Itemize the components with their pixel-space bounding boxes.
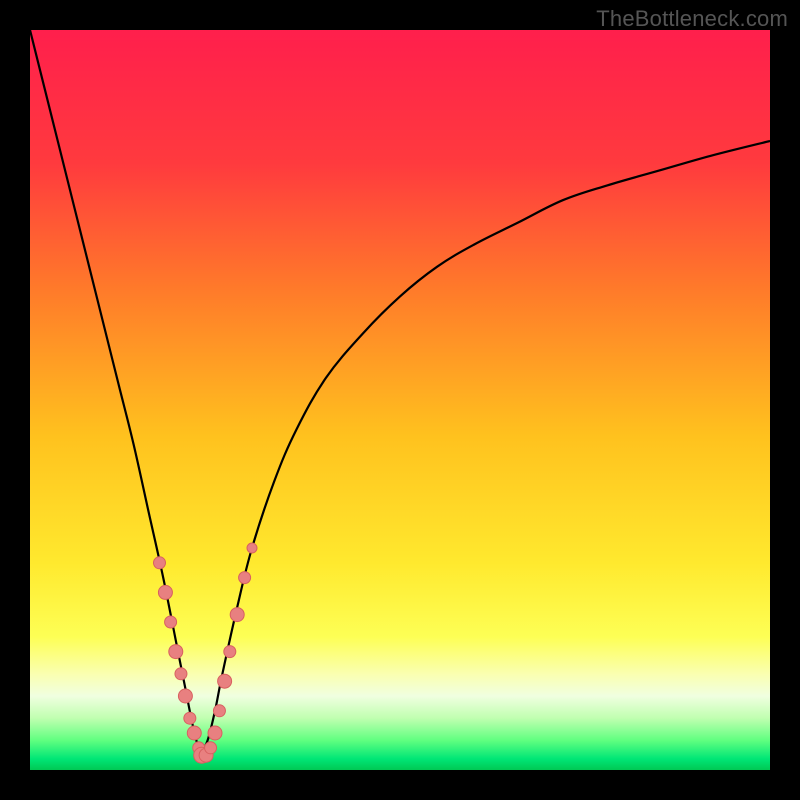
- plot-area: [30, 30, 770, 770]
- scatter-dot: [165, 616, 177, 628]
- chart-frame: TheBottleneck.com: [0, 0, 800, 800]
- scatter-dot: [213, 705, 225, 717]
- curve-layer: [30, 30, 770, 770]
- scatter-dot: [175, 668, 187, 680]
- scatter-dot: [184, 712, 196, 724]
- scatter-dot: [187, 726, 201, 740]
- scatter-dot: [247, 543, 257, 553]
- watermark-text: TheBottleneck.com: [596, 6, 788, 32]
- scatter-dots: [154, 543, 258, 763]
- scatter-dot: [158, 585, 172, 599]
- scatter-dot: [224, 646, 236, 658]
- scatter-dot: [205, 742, 217, 754]
- curve-right: [200, 141, 770, 755]
- scatter-dot: [230, 608, 244, 622]
- scatter-dot: [218, 674, 232, 688]
- scatter-dot: [154, 557, 166, 569]
- scatter-dot: [169, 645, 183, 659]
- scatter-dot: [239, 572, 251, 584]
- scatter-dot: [208, 726, 222, 740]
- scatter-dot: [178, 689, 192, 703]
